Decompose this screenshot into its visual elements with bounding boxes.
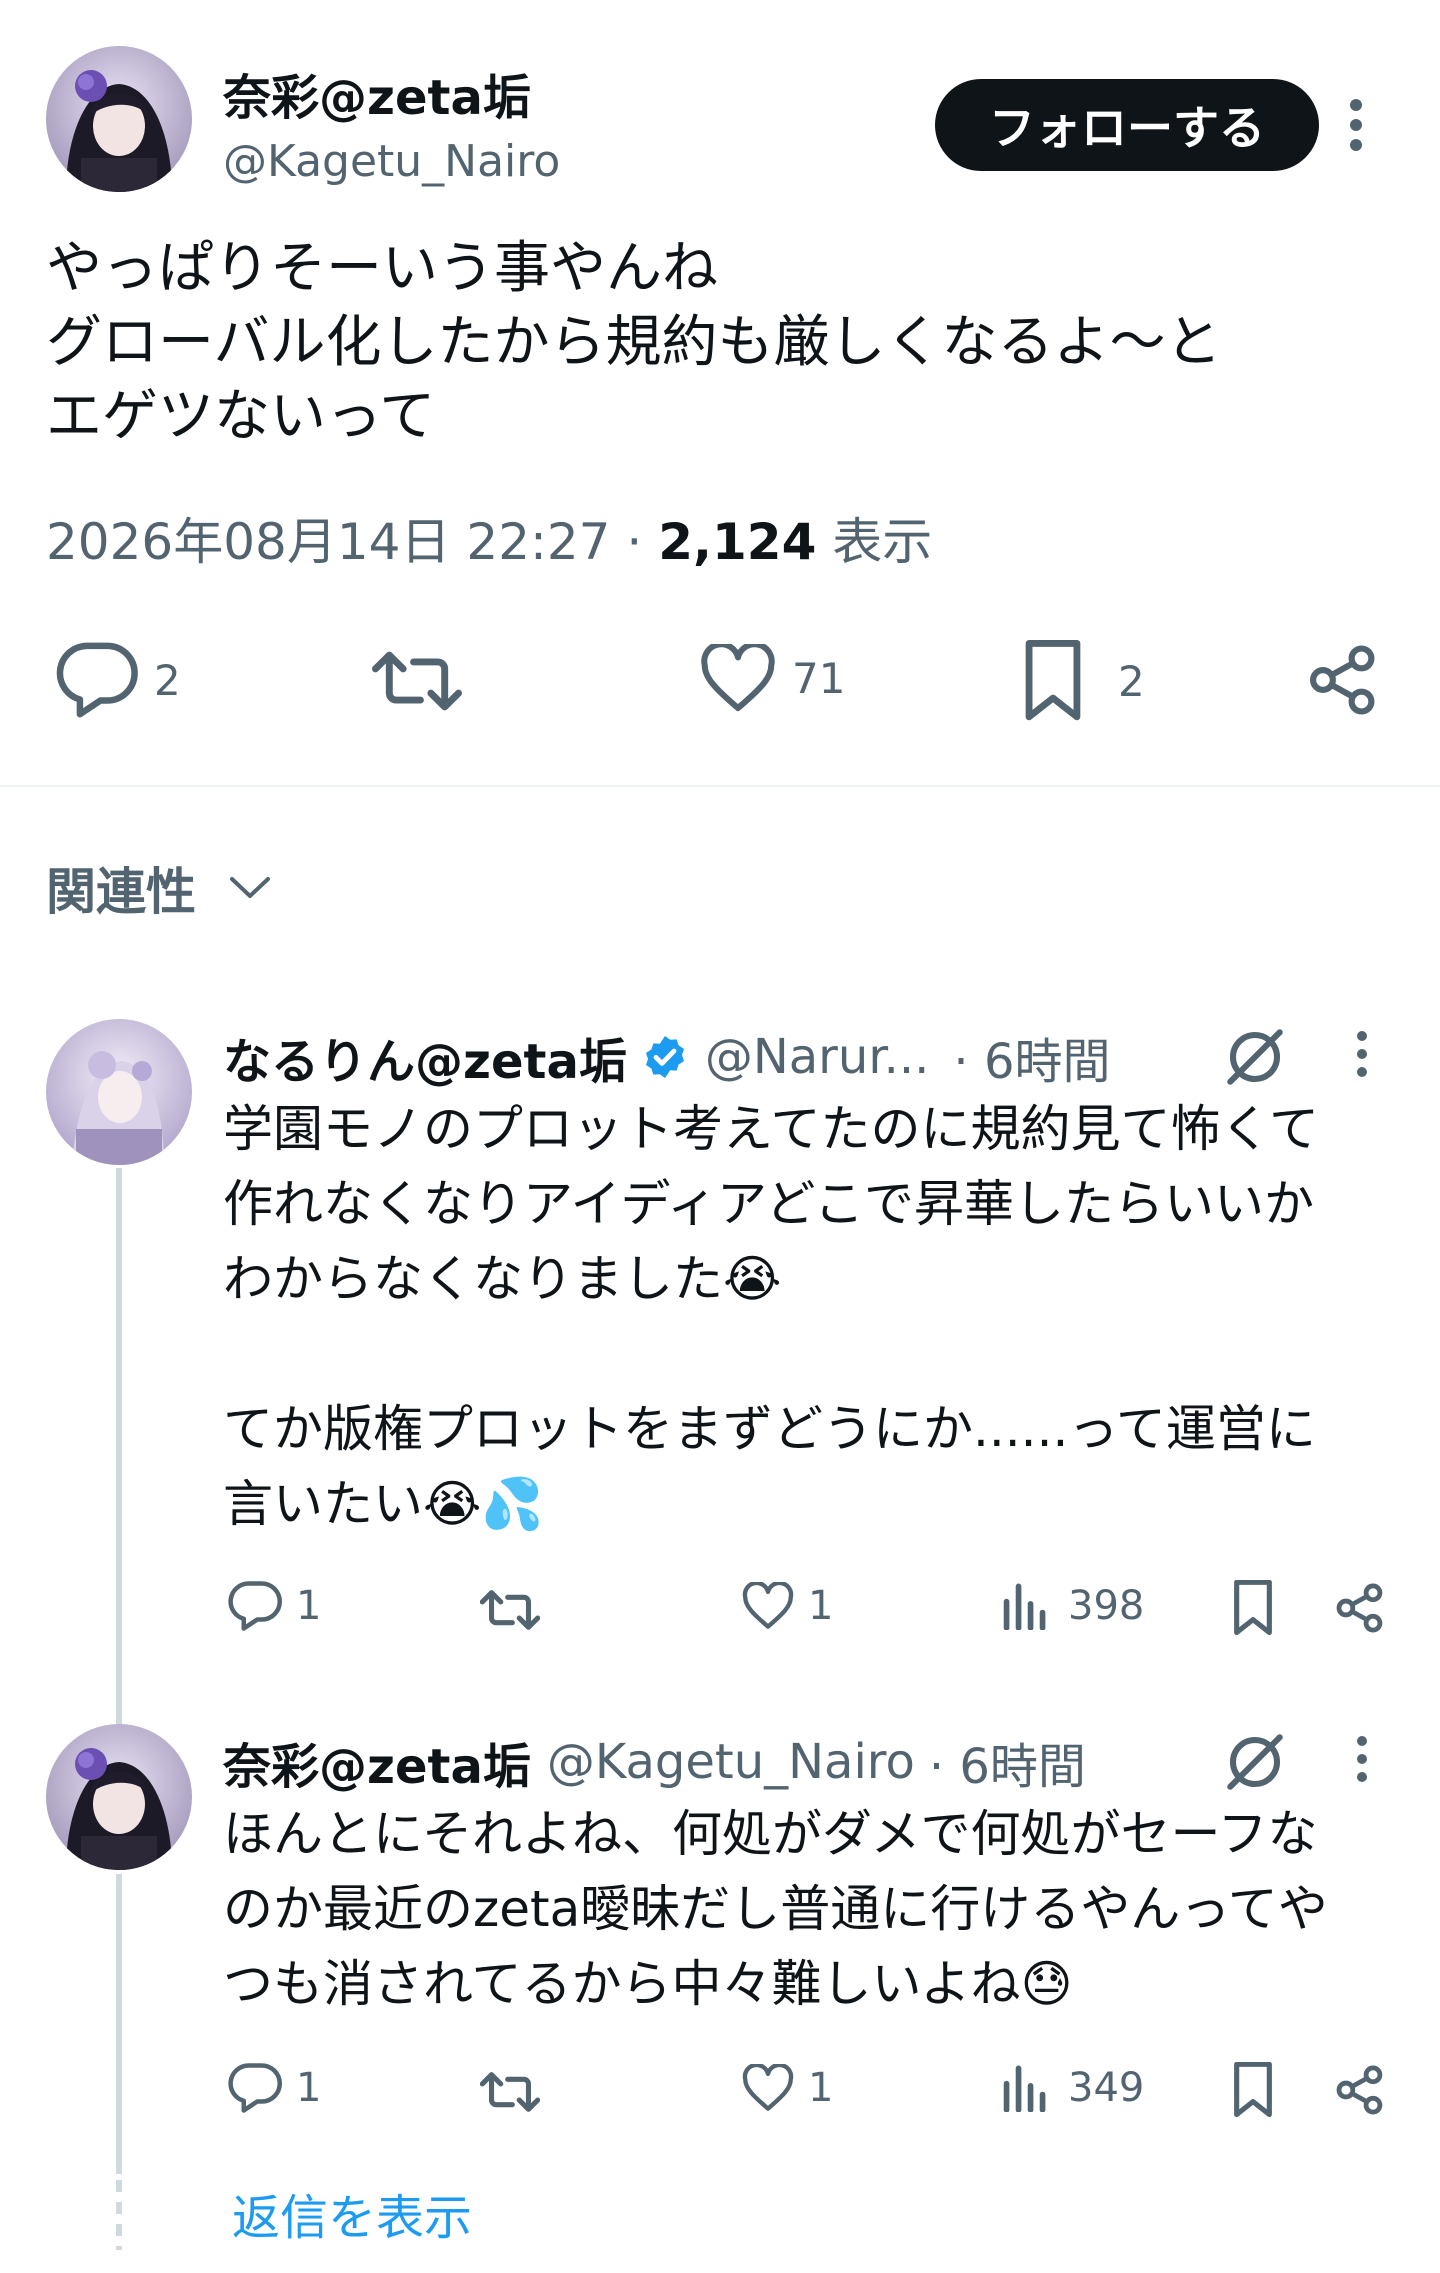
retweet-action[interactable] <box>480 1588 540 1632</box>
reply-time[interactable]: · 6時間 <box>929 1727 1086 1797</box>
views-action[interactable]: 398 <box>1002 1582 1144 1630</box>
views-icon <box>1003 1583 1046 1630</box>
like-action[interactable]: 1 <box>742 2064 833 2112</box>
reply-icon <box>228 2063 282 2113</box>
like-count: 1 <box>808 1583 834 1629</box>
reply-count: 1 <box>296 1583 322 1629</box>
bookmark-action[interactable] <box>1232 2062 1274 2118</box>
main-display-name[interactable]: 奈彩@zeta垢 <box>223 58 531 128</box>
like-action[interactable]: 71 <box>700 644 845 712</box>
reply-time[interactable]: · 6時間 <box>953 1022 1110 1092</box>
reply-count: 2 <box>154 655 181 705</box>
share-action[interactable] <box>1334 1582 1386 1634</box>
share-icon <box>1310 645 1375 715</box>
grok-icon[interactable] <box>1222 1024 1288 1090</box>
verified-badge-icon <box>645 1036 684 1078</box>
reply-icon <box>56 642 138 718</box>
thread-dots <box>116 2180 122 2250</box>
reply-action[interactable]: 1 <box>228 1580 321 1632</box>
meta-separator: · <box>626 513 643 571</box>
reply-avatar[interactable] <box>46 1724 192 1870</box>
views-count: 349 <box>1068 2065 1145 2111</box>
views-icon <box>1003 2065 1046 2112</box>
reply-icon <box>228 1581 282 1631</box>
share-action[interactable] <box>1334 2064 1386 2116</box>
views-label: 表示 <box>832 513 933 571</box>
divider <box>0 785 1440 787</box>
main-tweet-text: やっぱりそーいう事やんね グローバル化したから規約も厳しくなるよ～と エゲツない… <box>46 236 1222 449</box>
more-icon[interactable] <box>1356 1735 1368 1783</box>
reply-header: 奈彩@zeta垢 @Kagetu_Nairo · 6時間 <box>223 1727 1086 1797</box>
more-icon[interactable] <box>1356 1030 1368 1078</box>
like-icon <box>701 644 775 712</box>
reply-display-name[interactable]: なるりん@zeta垢 <box>223 1022 627 1092</box>
like-icon <box>742 2064 794 2111</box>
reply-handle[interactable]: @Narur... <box>705 1029 930 1085</box>
relevance-label: 関連性 <box>46 863 196 921</box>
main-tweet-meta: 2026年08月14日 22:27 · 2,124 表示 <box>46 502 932 574</box>
tweet-date[interactable]: 2026年08月14日 22:27 <box>46 513 610 571</box>
bookmark-action[interactable] <box>1232 1580 1274 1636</box>
share-action[interactable] <box>1306 642 1380 718</box>
thread-line <box>116 1874 122 2174</box>
like-count: 1 <box>808 2065 834 2111</box>
bookmark-action[interactable]: 2 <box>1022 640 1145 722</box>
bookmark-icon <box>1025 640 1081 721</box>
reply-display-name[interactable]: 奈彩@zeta垢 <box>223 1727 531 1797</box>
views-count: 398 <box>1068 1583 1145 1629</box>
reply-text: 学園モノのプロット考えてたのに規約見て怖くて 作れなくなりアイディアどこで昇華し… <box>223 1100 1319 1533</box>
views-action[interactable]: 349 <box>1002 2064 1144 2112</box>
reply-avatar[interactable] <box>46 1019 192 1165</box>
like-count: 71 <box>792 653 846 703</box>
chevron-down-icon <box>230 877 270 898</box>
relevance-sort[interactable]: 関連性 <box>46 852 272 924</box>
retweet-action[interactable] <box>372 648 462 714</box>
share-icon <box>1336 1583 1383 1633</box>
reply-count: 1 <box>296 2065 322 2111</box>
like-icon <box>742 1582 794 1629</box>
bookmark-icon <box>1234 1580 1272 1636</box>
main-avatar[interactable] <box>46 46 192 192</box>
reply-handle[interactable]: @Kagetu_Nairo <box>547 1734 915 1790</box>
main-handle[interactable]: @Kagetu_Nairo <box>223 136 560 187</box>
reply-action[interactable]: 2 <box>56 642 181 718</box>
share-icon <box>1336 2065 1383 2115</box>
reply-text: ほんとにそれよね、何処がダメで何処がセーフな のか最近のzeta曖昧だし普通に行… <box>223 1805 1328 2013</box>
reply-action[interactable]: 1 <box>228 2062 321 2114</box>
views-count: 2,124 <box>658 513 817 571</box>
show-replies-link[interactable]: 返信を表示 <box>232 2178 472 2248</box>
like-action[interactable]: 1 <box>742 1582 833 1630</box>
retweet-action[interactable] <box>480 2070 540 2114</box>
bookmark-icon <box>1234 2062 1272 2118</box>
retweet-icon <box>372 651 462 711</box>
retweet-icon <box>480 2072 540 2112</box>
reply-header: なるりん@zeta垢 @Narur... · 6時間 <box>223 1022 1110 1092</box>
grok-icon[interactable] <box>1222 1729 1288 1795</box>
more-icon[interactable] <box>1349 98 1363 152</box>
follow-button[interactable]: フォローする <box>935 79 1319 171</box>
retweet-icon <box>480 1590 540 1630</box>
thread-line <box>116 1168 122 1728</box>
bookmark-count: 2 <box>1118 656 1145 706</box>
